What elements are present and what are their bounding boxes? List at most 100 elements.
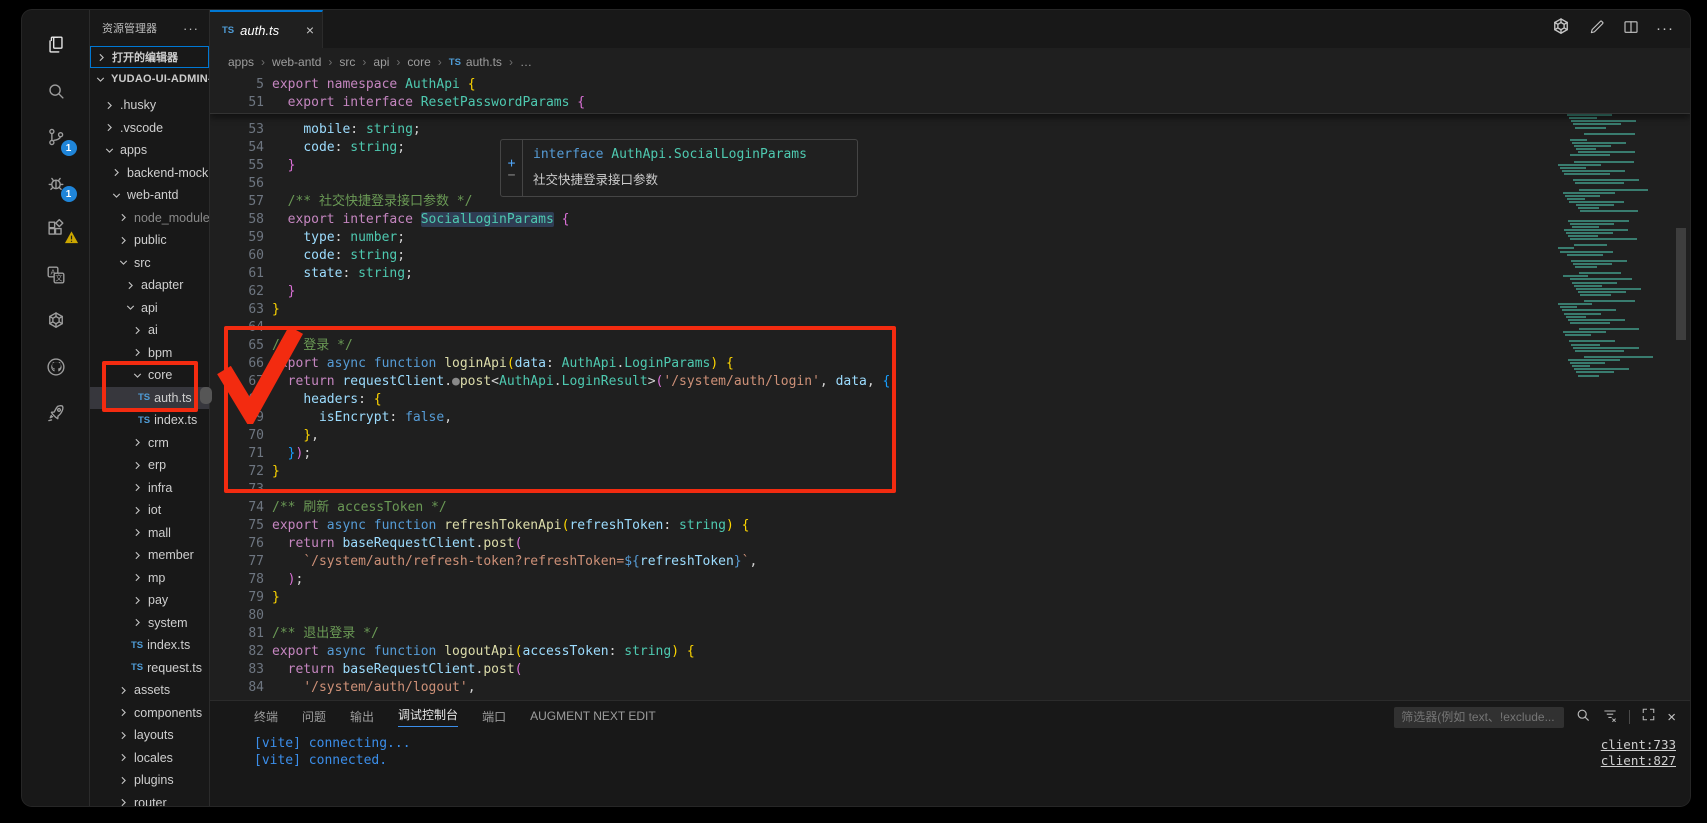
- close-panel-icon[interactable]: ×: [1667, 709, 1676, 726]
- search-icon[interactable]: [1575, 707, 1591, 728]
- folder-item-src[interactable]: src: [90, 252, 209, 275]
- run-debug-icon[interactable]: 1: [32, 160, 80, 206]
- split-editor-icon[interactable]: [1622, 18, 1640, 41]
- folder-item-mall[interactable]: mall: [90, 522, 209, 545]
- folder-item-member[interactable]: member: [90, 544, 209, 567]
- edit-icon[interactable]: [1588, 18, 1606, 41]
- folder-item-apps[interactable]: apps: [90, 139, 209, 162]
- panel-tab-调试控制台[interactable]: 调试控制台: [398, 706, 458, 727]
- folder-item-system[interactable]: system: [90, 612, 209, 635]
- code-line-65[interactable]: 65/** 登录 */: [210, 337, 1690, 355]
- folder-item-web-antd[interactable]: web-antd: [90, 184, 209, 207]
- breakpoint-dot[interactable]: [224, 376, 235, 387]
- folder-item-public[interactable]: public: [90, 229, 209, 252]
- code-line-84[interactable]: 84 '/system/auth/logout',: [210, 679, 1690, 697]
- maximize-panel-icon[interactable]: [1641, 707, 1656, 727]
- code-line-57[interactable]: 57 /** 社交快捷登录接口参数 */: [210, 193, 1690, 211]
- code-line-53[interactable]: 53 mobile: string;: [210, 121, 1690, 139]
- folder-item-layouts[interactable]: layouts: [90, 724, 209, 747]
- breadcrumb-item[interactable]: core: [407, 55, 430, 69]
- rocket-icon[interactable]: [32, 390, 80, 436]
- panel-tab-问题[interactable]: 问题: [302, 708, 326, 725]
- code-line-67[interactable]: 67 return requestClient.●post<AuthApi.Lo…: [210, 373, 1690, 391]
- tab-auth-ts[interactable]: TS auth.ts ×: [210, 10, 323, 48]
- folder-item-adapter[interactable]: adapter: [90, 274, 209, 297]
- panel-tab-输出[interactable]: 输出: [350, 708, 374, 725]
- code-line-5[interactable]: 5export namespace AuthApi {: [210, 76, 1690, 94]
- folder-item--husky[interactable]: .husky: [90, 94, 209, 117]
- panel-tab-端口[interactable]: 端口: [482, 708, 506, 725]
- more-icon[interactable]: ···: [1656, 20, 1674, 38]
- editor-content[interactable]: 53 mobile: string;54 code: string;55 }56…: [210, 76, 1690, 700]
- folder-item-core[interactable]: core: [90, 364, 209, 387]
- search-icon[interactable]: [32, 68, 80, 114]
- folder-item-assets[interactable]: assets: [90, 679, 209, 702]
- code-line-66[interactable]: 66export async function loginApi(data: A…: [210, 355, 1690, 373]
- folder-item-iot[interactable]: iot: [90, 499, 209, 522]
- editor-scrollbar[interactable]: [1676, 228, 1686, 340]
- file-item-request-ts[interactable]: TSrequest.ts: [90, 657, 209, 680]
- code-line-70[interactable]: 70 },: [210, 427, 1690, 445]
- panel-tab-AUGMENT NEXT EDIT[interactable]: AUGMENT NEXT EDIT: [530, 709, 656, 723]
- file-item-index-ts[interactable]: TSindex.ts: [90, 634, 209, 657]
- folder-item-router[interactable]: router: [90, 792, 209, 807]
- filter-icon[interactable]: [1602, 707, 1618, 728]
- breadcrumb-item-file[interactable]: TSauth.ts: [449, 55, 502, 69]
- openai-icon[interactable]: [32, 298, 80, 344]
- code-line-69[interactable]: 69 isEncrypt: false,: [210, 409, 1690, 427]
- folder-item-backend-mock[interactable]: backend-mock: [90, 162, 209, 185]
- code-line-64[interactable]: 64: [210, 319, 1690, 337]
- console-filter-input[interactable]: [1394, 707, 1564, 728]
- folder-item-ai[interactable]: ai: [90, 319, 209, 342]
- breadcrumb-item[interactable]: web-antd: [272, 55, 321, 69]
- code-line-71[interactable]: 71 });: [210, 445, 1690, 463]
- folder-item-pay[interactable]: pay: [90, 589, 209, 612]
- folder-item--vscode[interactable]: .vscode: [90, 117, 209, 140]
- code-line-60[interactable]: 60 code: string;: [210, 247, 1690, 265]
- breadcrumb-item[interactable]: api: [373, 55, 389, 69]
- explorer-icon[interactable]: [32, 22, 80, 68]
- folder-item-bpm[interactable]: bpm: [90, 342, 209, 365]
- code-line-82[interactable]: 82export async function logoutApi(access…: [210, 643, 1690, 661]
- code-line-58[interactable]: 58 export interface SocialLoginParams {: [210, 211, 1690, 229]
- code-line-51[interactable]: 51 export interface ResetPasswordParams …: [210, 94, 1690, 112]
- close-icon[interactable]: ×: [306, 22, 314, 38]
- file-item-auth-ts[interactable]: TSauth.ts: [90, 387, 209, 410]
- project-root-item[interactable]: YUDAO-UI-ADMIN-VBEN...: [90, 68, 209, 90]
- file-item-index-ts[interactable]: TSindex.ts: [90, 409, 209, 432]
- code-line-54[interactable]: 54 code: string;: [210, 139, 1690, 157]
- collapse-icon[interactable]: −: [508, 172, 516, 180]
- folder-item-crm[interactable]: crm: [90, 432, 209, 455]
- code-line-83[interactable]: 83 return baseRequestClient.post(: [210, 661, 1690, 679]
- folder-item-infra[interactable]: infra: [90, 477, 209, 500]
- breadcrumb-ellipsis[interactable]: …: [520, 55, 532, 69]
- breadcrumb-item[interactable]: src: [339, 55, 355, 69]
- code-line-56[interactable]: 56: [210, 175, 1690, 193]
- translate-icon[interactable]: A文: [32, 252, 80, 298]
- code-line-73[interactable]: 73: [210, 481, 1690, 499]
- folder-item-locales[interactable]: locales: [90, 747, 209, 770]
- code-line-81[interactable]: 81/** 退出登录 */: [210, 625, 1690, 643]
- code-line-72[interactable]: 72}: [210, 463, 1690, 481]
- github-icon[interactable]: [32, 344, 80, 390]
- more-actions-icon[interactable]: ···: [183, 21, 199, 36]
- extensions-icon[interactable]: [32, 206, 80, 252]
- code-line-75[interactable]: 75export async function refreshTokenApi(…: [210, 517, 1690, 535]
- code-line-74[interactable]: 74/** 刷新 accessToken */: [210, 499, 1690, 517]
- code-line-59[interactable]: 59 type: number;: [210, 229, 1690, 247]
- openai-icon[interactable]: [1550, 16, 1572, 43]
- source-control-icon[interactable]: 1: [32, 114, 80, 160]
- code-line-79[interactable]: 79}: [210, 589, 1690, 607]
- source-link[interactable]: client:733: [1601, 737, 1676, 753]
- folder-item-mp[interactable]: mp: [90, 567, 209, 590]
- code-line-68[interactable]: 68 headers: {: [210, 391, 1690, 409]
- folder-item-plugins[interactable]: plugins: [90, 769, 209, 792]
- panel-tab-终端[interactable]: 终端: [254, 708, 278, 725]
- code-line-63[interactable]: 63}: [210, 301, 1690, 319]
- folder-item-api[interactable]: api: [90, 297, 209, 320]
- source-link[interactable]: client:827: [1601, 753, 1676, 769]
- minimap[interactable]: [1558, 80, 1662, 650]
- code-line-61[interactable]: 61 state: string;: [210, 265, 1690, 283]
- code-line-62[interactable]: 62 }: [210, 283, 1690, 301]
- code-line-55[interactable]: 55 }: [210, 157, 1690, 175]
